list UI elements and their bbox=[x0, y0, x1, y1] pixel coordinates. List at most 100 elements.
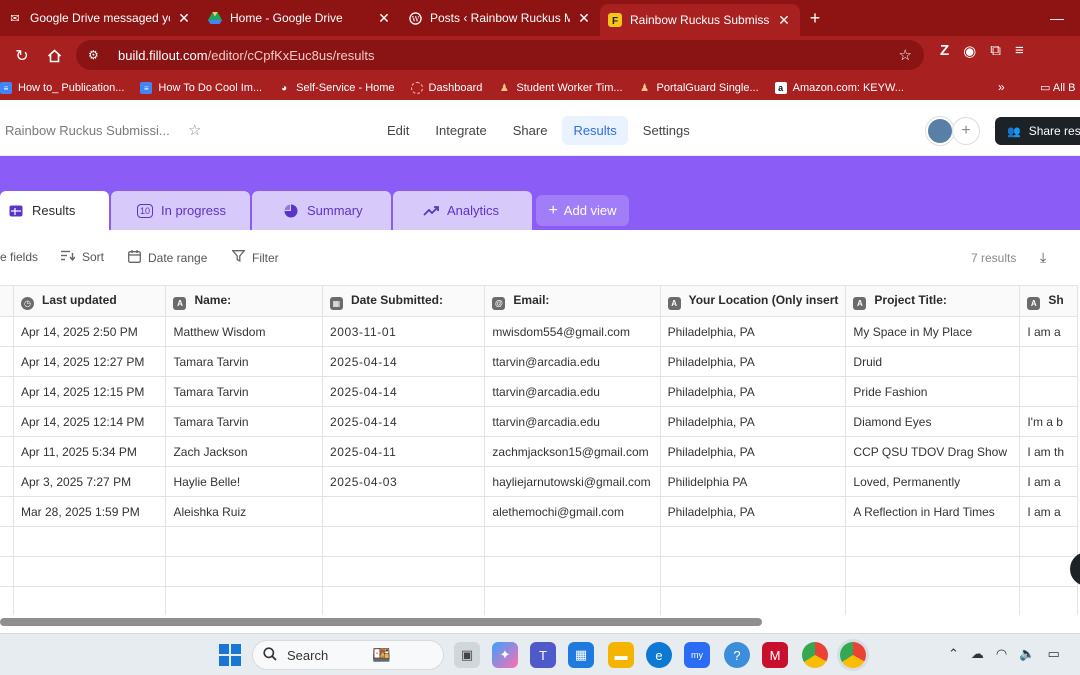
table-row[interactable]: Apr 14, 2025 12:15 PM Tamara Tarvin 2025-0… bbox=[0, 376, 1078, 407]
table-cell[interactable]: Philadelphia, PA bbox=[659, 496, 847, 527]
table-cell[interactable]: I am a bbox=[1019, 466, 1078, 497]
column-header-last-updated[interactable]: ◷ Last updated bbox=[12, 285, 167, 317]
onedrive-icon[interactable]: ☁ bbox=[971, 646, 984, 662]
table-cell[interactable] bbox=[659, 586, 847, 615]
tab-results[interactable]: Results bbox=[0, 191, 109, 230]
table-cell[interactable]: Apr 14, 2025 12:15 PM bbox=[12, 376, 167, 407]
table-cell[interactable]: Aleishka Ruiz bbox=[165, 496, 323, 527]
bookmark-item[interactable]: ≡ How to_ Publication... bbox=[0, 82, 132, 94]
form-name[interactable]: Rainbow Ruckus Submissi... bbox=[5, 123, 170, 138]
table-cell[interactable]: Apr 14, 2025 12:27 PM bbox=[12, 346, 167, 377]
table-cell[interactable]: Philadelphia, PA bbox=[659, 406, 847, 437]
row-select-cell[interactable] bbox=[0, 406, 14, 437]
download-icon[interactable]: ⤓ bbox=[1040, 249, 1046, 266]
chevron-up-icon[interactable]: ⌃ bbox=[948, 646, 959, 662]
row-select-cell[interactable] bbox=[0, 346, 14, 377]
table-cell[interactable]: 2003-11-01 bbox=[321, 316, 486, 347]
table-cell[interactable] bbox=[12, 586, 167, 615]
all-bookmarks-button[interactable]: ▭ All B bbox=[1040, 81, 1075, 94]
bookmark-item[interactable]: ≡ How To Do Cool Im... bbox=[132, 82, 270, 94]
volume-icon[interactable]: 🔈 bbox=[1019, 646, 1035, 662]
horizontal-scrollbar[interactable] bbox=[0, 618, 762, 626]
table-cell[interactable] bbox=[1019, 556, 1078, 587]
table-cell[interactable] bbox=[1019, 346, 1078, 377]
table-cell[interactable] bbox=[1019, 376, 1078, 407]
table-cell[interactable]: mwisdom554@gmail.com bbox=[484, 316, 661, 347]
table-cell[interactable]: I am th bbox=[1019, 436, 1078, 467]
table-cell[interactable]: I am a bbox=[1019, 316, 1078, 347]
row-select-cell[interactable] bbox=[0, 436, 14, 467]
table-cell[interactable] bbox=[845, 526, 1021, 557]
table-cell[interactable]: My Space in My Place bbox=[845, 316, 1021, 347]
row-select-cell[interactable] bbox=[0, 556, 14, 587]
table-cell[interactable] bbox=[165, 526, 323, 557]
windows-start-icon[interactable] bbox=[219, 644, 241, 666]
chrome-active-icon[interactable] bbox=[840, 642, 866, 668]
table-cell[interactable]: CCP QSU TDOV Drag Show bbox=[845, 436, 1021, 467]
edge-icon[interactable]: e bbox=[646, 642, 672, 668]
table-cell[interactable]: Philadelphia, PA bbox=[659, 376, 847, 407]
bookmark-star-icon[interactable]: ☆ bbox=[899, 46, 912, 64]
table-cell[interactable]: Philadelphia, PA bbox=[659, 436, 847, 467]
table-cell[interactable]: ttarvin@arcadia.edu bbox=[484, 376, 661, 407]
table-cell[interactable]: ttarvin@arcadia.edu bbox=[484, 346, 661, 377]
table-cell[interactable]: ttarvin@arcadia.edu bbox=[484, 406, 661, 437]
taskbar-search-input[interactable]: Search 🍱 bbox=[252, 640, 444, 670]
tab-in-progress[interactable]: 10 In progress bbox=[111, 191, 250, 230]
table-cell[interactable]: Philadelphia, PA bbox=[659, 346, 847, 377]
row-select-cell[interactable] bbox=[0, 586, 14, 615]
table-cell[interactable] bbox=[165, 556, 323, 587]
url-field[interactable]: ⚙ build.fillout.com/editor/cCpfKxEuc8us/… bbox=[76, 40, 924, 70]
table-row[interactable] bbox=[0, 586, 1078, 615]
table-cell[interactable]: alethemochi@gmail.com bbox=[484, 496, 661, 527]
column-header-date-submitted[interactable]: ▦ Date Submitted: bbox=[321, 285, 486, 317]
table-cell[interactable]: zachmjackson15@gmail.com bbox=[484, 436, 661, 467]
file-explorer-icon[interactable]: ▬ bbox=[608, 642, 634, 668]
table-cell[interactable] bbox=[484, 556, 661, 587]
minimize-window-icon[interactable]: — bbox=[1050, 10, 1064, 26]
table-cell[interactable]: 2025-04-03 bbox=[321, 466, 486, 497]
bookmark-item[interactable]: Dashboard bbox=[403, 82, 491, 94]
share-results-button[interactable]: 👥 Share res bbox=[995, 117, 1080, 145]
browser-tab-drive[interactable]: Home - Google Drive ✕ bbox=[200, 0, 400, 36]
table-cell[interactable] bbox=[484, 526, 661, 557]
table-cell[interactable]: Apr 14, 2025 2:50 PM bbox=[12, 316, 167, 347]
browser-tab-gmail[interactable]: ✉ Google Drive messaged you - C ✕ bbox=[0, 0, 200, 36]
nav-integrate[interactable]: Integrate bbox=[424, 116, 497, 145]
tab-summary[interactable]: Summary bbox=[252, 191, 391, 230]
sort-button[interactable]: Sort bbox=[61, 250, 104, 264]
table-cell[interactable] bbox=[659, 556, 847, 587]
browser-tab-fillout[interactable]: F Rainbow Ruckus Submission Fo ✕ bbox=[600, 4, 800, 36]
table-cell[interactable]: Apr 14, 2025 12:14 PM bbox=[12, 406, 167, 437]
table-cell[interactable] bbox=[845, 556, 1021, 587]
table-row[interactable] bbox=[0, 556, 1078, 587]
reload-icon[interactable]: ↻ bbox=[6, 40, 38, 72]
table-cell[interactable] bbox=[165, 586, 323, 615]
table-row[interactable] bbox=[0, 526, 1078, 557]
table-cell[interactable] bbox=[1019, 526, 1078, 557]
close-icon[interactable]: ✕ bbox=[176, 10, 192, 27]
table-cell[interactable]: Matthew Wisdom bbox=[165, 316, 323, 347]
column-header-statement[interactable]: A Sh bbox=[1019, 285, 1078, 317]
table-cell[interactable]: Philadelphia, PA bbox=[659, 316, 847, 347]
table-cell[interactable] bbox=[321, 496, 486, 527]
wifi-icon[interactable]: ◠ bbox=[996, 646, 1007, 662]
row-select-cell[interactable] bbox=[0, 376, 14, 407]
table-row[interactable]: Mar 28, 2025 1:59 PM Aleishka Ruiz alethem… bbox=[0, 496, 1078, 527]
table-cell[interactable]: Tamara Tarvin bbox=[165, 406, 323, 437]
table-cell[interactable]: I am a bbox=[1019, 496, 1078, 527]
column-header-name[interactable]: A Name: bbox=[165, 285, 323, 317]
close-icon[interactable]: ✕ bbox=[376, 10, 392, 27]
table-row[interactable]: Apr 11, 2025 5:34 PM Zach Jackson 2025-04-… bbox=[0, 436, 1078, 467]
table-cell[interactable]: Tamara Tarvin bbox=[165, 376, 323, 407]
table-row[interactable]: Apr 14, 2025 12:27 PM Tamara Tarvin 2025-0… bbox=[0, 346, 1078, 377]
row-select-cell[interactable] bbox=[0, 496, 14, 527]
store-icon[interactable]: ▦ bbox=[568, 642, 594, 668]
table-cell[interactable]: 2025-04-14 bbox=[321, 376, 486, 407]
bookmark-item[interactable]: a Amazon.com: KEYW... bbox=[767, 82, 912, 94]
chrome-icon[interactable] bbox=[802, 642, 828, 668]
home-icon[interactable] bbox=[38, 40, 70, 72]
feedback-icon[interactable]: ? bbox=[724, 642, 750, 668]
fields-button[interactable]: e fields bbox=[0, 250, 38, 264]
new-tab-button[interactable]: + bbox=[800, 0, 830, 36]
